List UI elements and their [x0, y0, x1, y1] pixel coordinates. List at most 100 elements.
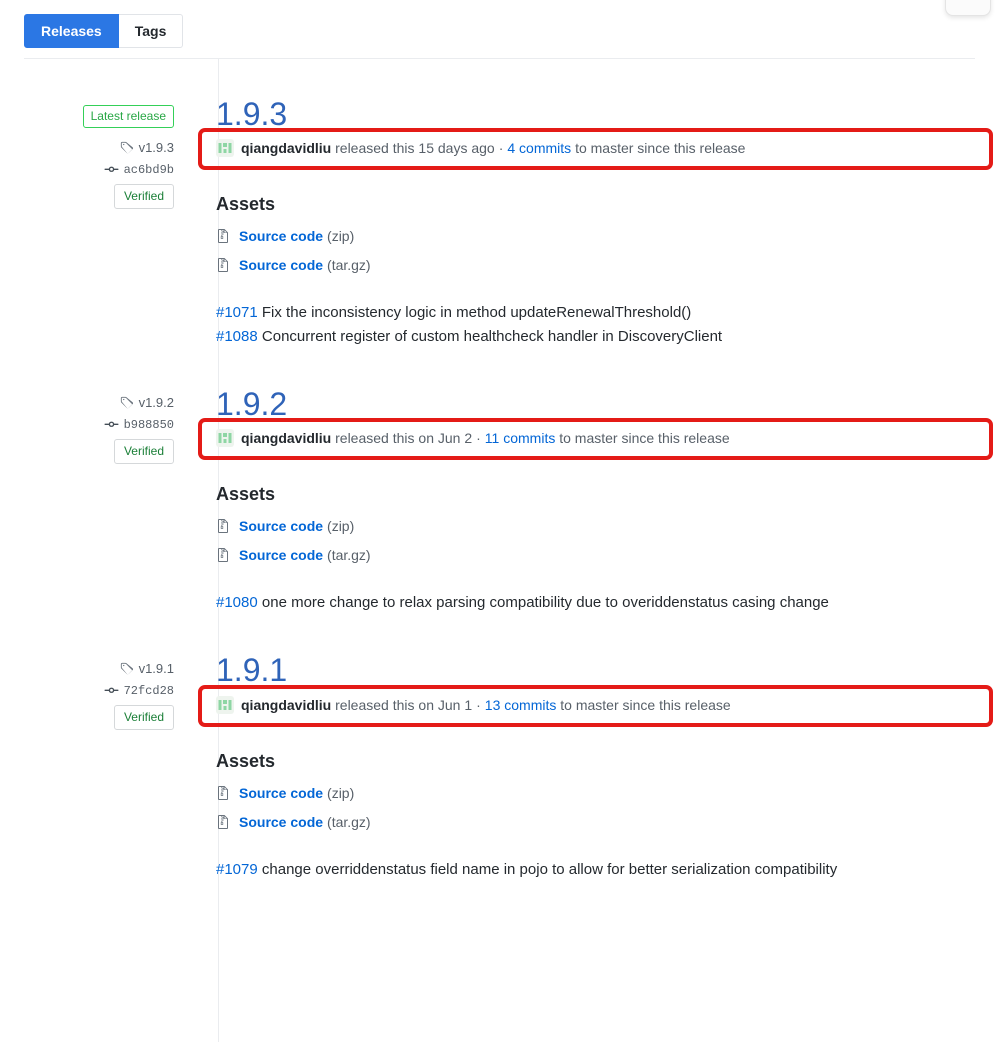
release-note-line: #1088 Concurrent register of custom heal… — [216, 325, 975, 349]
release-note-text: Fix the inconsistency logic in method up… — [261, 304, 692, 322]
byline-suffix: to master since this release — [560, 696, 731, 713]
assets-heading: Assets — [216, 484, 276, 505]
release-date: on Jun 2 — [418, 430, 473, 447]
tag-icon — [120, 141, 134, 155]
release-body: 1.9.2 qiangdavidliu released this on Jun… — [196, 349, 999, 615]
tab-releases-label: Releases — [41, 22, 102, 39]
release-tag[interactable]: v1.9.1 — [0, 661, 174, 676]
issue-ref-link[interactable]: #1071 — [216, 304, 258, 321]
avatar-identicon[interactable] — [216, 139, 234, 158]
issue-ref-link[interactable]: #1079 — [216, 861, 258, 878]
release-body: 1.9.1 qiangdavidliu released this on Jun… — [196, 615, 999, 881]
releases-list: Latest release v1.9.3 ac6bd9b Verified 1… — [0, 59, 999, 882]
asset-extension: (zip) — [327, 784, 355, 801]
release-note-line: #1080 one more change to relax parsing c… — [216, 591, 975, 615]
asset-link[interactable]: Source code — [239, 785, 323, 801]
release-author[interactable]: qiangdavidliu — [241, 695, 331, 715]
asset-row[interactable]: Source code (tar.gz) — [216, 814, 975, 830]
release-author[interactable]: qiangdavidliu — [241, 138, 331, 158]
tag-icon — [120, 396, 134, 410]
release-tag[interactable]: v1.9.3 — [0, 140, 174, 155]
release-tag-label: v1.9.2 — [138, 395, 174, 411]
byline-separator: · — [498, 140, 504, 157]
release-date: on Jun 1 — [418, 696, 473, 713]
commits-count-link[interactable]: 4 commits — [507, 138, 571, 158]
asset-link[interactable]: Source code — [239, 228, 323, 244]
issue-ref-link[interactable]: #1088 — [216, 328, 258, 345]
release-tag-label: v1.9.3 — [138, 140, 174, 155]
release-date: 15 days ago — [418, 140, 495, 157]
asset-row[interactable]: Source code (zip) — [216, 518, 975, 534]
file-zip-icon — [216, 547, 230, 563]
release-note-text: Concurrent register of custom healthchec… — [261, 328, 723, 346]
asset-extension: (zip) — [327, 518, 355, 535]
release-notes: #1080 one more change to relax parsing c… — [216, 591, 975, 615]
commit-icon — [104, 162, 119, 177]
release-item: v1.9.1 72fcd28 Verified 1.9.1 qiangdavid… — [0, 615, 999, 881]
asset-row[interactable]: Source code (tar.gz) — [216, 257, 975, 273]
release-note-line: #1071 Fix the inconsistency logic in met… — [216, 301, 975, 325]
release-byline-highlight-wrap: qiangdavidliu released this on Jun 2 · 1… — [198, 418, 993, 461]
release-byline: qiangdavidliu released this on Jun 2 · 1… — [216, 428, 975, 448]
release-meta-sidebar: v1.9.1 72fcd28 Verified — [0, 615, 196, 881]
release-notes: #1079 change overriddenstatus field name… — [216, 858, 975, 882]
release-commit-sha: ac6bd9b — [123, 162, 174, 177]
asset-extension: (tar.gz) — [327, 257, 371, 274]
release-title-link[interactable]: 1.9.1 — [216, 653, 287, 688]
assets-heading: Assets — [216, 750, 276, 771]
tab-tags[interactable]: Tags — [118, 14, 184, 48]
file-zip-icon — [216, 228, 230, 244]
asset-extension: (tar.gz) — [327, 813, 371, 830]
release-note-text: change overriddenstatus field name in po… — [261, 860, 838, 878]
tab-tags-label: Tags — [134, 22, 167, 39]
release-byline: qiangdavidliu released this on Jun 1 · 1… — [216, 695, 975, 715]
file-zip-icon — [216, 518, 230, 534]
assets-heading: Assets — [216, 194, 276, 215]
asset-extension: (tar.gz) — [327, 547, 371, 564]
release-note-text: one more change to relax parsing compati… — [261, 594, 829, 612]
commits-count-link[interactable]: 13 commits — [485, 695, 557, 715]
release-commit-sha: 72fcd28 — [123, 683, 174, 698]
corner-floating-widget[interactable] — [945, 0, 991, 16]
file-zip-icon — [216, 814, 230, 830]
release-tag-label: v1.9.1 — [138, 661, 174, 677]
release-notes: #1071 Fix the inconsistency logic in met… — [216, 301, 975, 349]
asset-link[interactable]: Source code — [239, 547, 323, 563]
release-item: Latest release v1.9.3 ac6bd9b Verified 1… — [0, 59, 999, 349]
release-meta-sidebar: Latest release v1.9.3 ac6bd9b Verified — [0, 59, 196, 349]
verified-badge[interactable]: Verified — [113, 439, 174, 465]
file-zip-icon — [216, 257, 230, 273]
verified-badge[interactable]: Verified — [113, 184, 174, 209]
tab-releases[interactable]: Releases — [24, 14, 119, 48]
asset-link[interactable]: Source code — [239, 257, 323, 273]
asset-link[interactable]: Source code — [239, 814, 323, 830]
asset-row[interactable]: Source code (zip) — [216, 228, 975, 244]
asset-row[interactable]: Source code (tar.gz) — [216, 547, 975, 563]
issue-ref-link[interactable]: #1080 — [216, 594, 258, 611]
byline-suffix: to master since this release — [559, 430, 730, 447]
asset-extension: (zip) — [327, 228, 355, 245]
latest-release-badge: Latest release — [82, 105, 174, 128]
release-meta-sidebar: v1.9.2 b988850 Verified — [0, 349, 196, 615]
commit-icon — [104, 417, 119, 432]
release-tag[interactable]: v1.9.2 — [0, 395, 174, 410]
avatar-identicon[interactable] — [216, 429, 234, 448]
release-title-link[interactable]: 1.9.2 — [216, 386, 287, 422]
asset-link[interactable]: Source code — [239, 518, 323, 534]
commits-count-link[interactable]: 11 commits — [485, 428, 556, 448]
verified-badge[interactable]: Verified — [113, 705, 174, 731]
release-author[interactable]: qiangdavidliu — [241, 428, 331, 448]
file-zip-icon — [216, 785, 230, 801]
avatar-identicon[interactable] — [216, 695, 234, 714]
asset-row[interactable]: Source code (zip) — [216, 785, 975, 801]
release-byline-highlight-wrap: qiangdavidliu released this on Jun 1 · 1… — [198, 684, 993, 727]
release-note-line: #1079 change overriddenstatus field name… — [216, 858, 975, 882]
release-title-link[interactable]: 1.9.3 — [216, 96, 287, 132]
commit-icon — [104, 683, 119, 698]
released-this-text: released this — [335, 696, 415, 713]
release-commit[interactable]: 72fcd28 — [0, 683, 174, 698]
byline-separator: · — [476, 696, 481, 713]
release-commit-sha: b988850 — [123, 417, 174, 432]
release-commit[interactable]: ac6bd9b — [0, 162, 174, 177]
release-commit[interactable]: b988850 — [0, 417, 174, 432]
